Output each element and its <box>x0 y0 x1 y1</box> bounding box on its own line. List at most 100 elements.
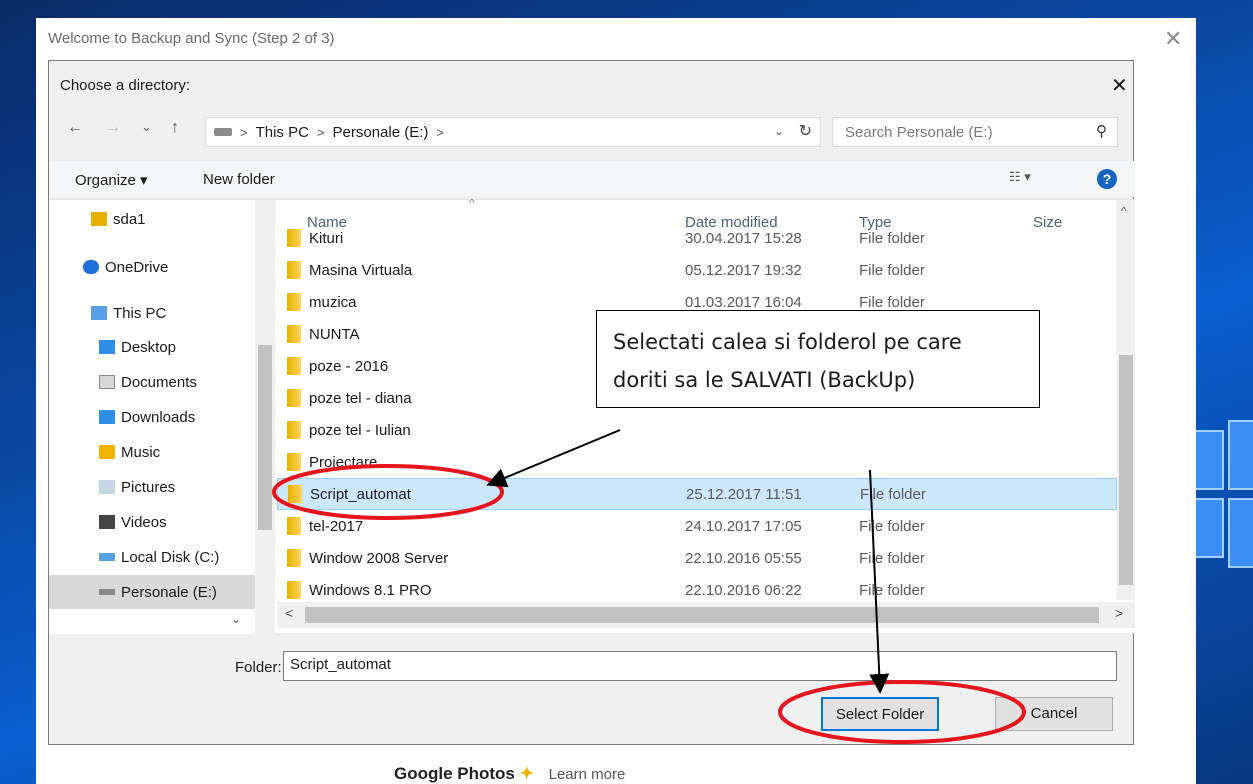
file-date: 22.10.2016 05:55 <box>685 549 802 567</box>
file-name: Proiectare <box>309 453 378 471</box>
file-type: File folder <box>859 261 925 279</box>
breadcrumb-personale[interactable]: Personale (E:) <box>333 124 429 141</box>
file-row[interactable]: Window 2008 Server 22.10.2016 05:55 File f… <box>277 542 1117 574</box>
folder-icon <box>287 581 301 599</box>
file-type: File folder <box>859 517 925 535</box>
file-row[interactable]: tel-2017 24.10.2017 17:05 File folder <box>277 510 1117 542</box>
file-date: 01.03.2017 16:04 <box>685 293 802 311</box>
file-date: 25.12.2017 11:51 <box>686 485 802 503</box>
file-row[interactable]: Masina Virtuala 05.12.2017 19:32 File fold… <box>277 254 1117 286</box>
search-placeholder: Search Personale (E:) <box>845 123 993 141</box>
cloud-icon <box>83 260 99 274</box>
forward-arrow-icon[interactable]: → <box>105 119 121 137</box>
tree-scrollbar[interactable] <box>255 200 275 634</box>
browser-pane: sda1 OneDrive This PC Desktop Documents … <box>49 196 1135 634</box>
drive-icon <box>214 128 232 136</box>
file-name: Kituri <box>309 229 344 247</box>
refresh-icon[interactable]: ↻ <box>799 121 812 141</box>
folder-icon <box>287 325 301 343</box>
file-date: 30.04.2017 15:28 <box>685 229 802 247</box>
tree-item-this-pc[interactable]: This PC <box>49 296 259 330</box>
file-type: File folder <box>859 581 925 599</box>
dialog-close-icon[interactable]: ✕ <box>1111 73 1128 98</box>
new-folder-button[interactable]: New folder <box>203 171 275 188</box>
back-arrow-icon[interactable]: ← <box>67 119 83 137</box>
up-arrow-icon[interactable]: ↑ <box>171 119 179 137</box>
file-name: poze - 2016 <box>309 357 389 375</box>
close-icon[interactable]: ✕ <box>1164 26 1182 52</box>
file-name: poze tel - Iulian <box>309 421 411 439</box>
google-photos-label: Google Photos <box>394 764 515 783</box>
folder-icon <box>287 549 301 567</box>
file-name: NUNTA <box>309 325 360 343</box>
file-row[interactable]: Script_automat 25.12.2017 11:51 File folde… <box>277 478 1117 510</box>
folder-icon <box>287 453 301 471</box>
file-name: Masina Virtuala <box>309 261 413 279</box>
dialog-title: Choose a directory: <box>60 77 191 94</box>
drive-user-icon <box>91 212 107 226</box>
folder-field[interactable]: Script_automat <box>283 651 1117 681</box>
navigation-tree: sda1 OneDrive This PC Desktop Documents … <box>49 200 275 634</box>
folder-icon <box>287 517 301 535</box>
navigation-bar: ← → ⌄ ↑ > This PC > Personale (E:) > ⌄ ↻… <box>49 113 1135 149</box>
cancel-button[interactable]: Cancel <box>995 697 1113 731</box>
tree-item-downloads[interactable]: Downloads <box>49 400 259 434</box>
desktop-icon <box>99 340 115 354</box>
annotation-callout: Selectati calea si folderol pe care dori… <box>596 310 1040 408</box>
tree-item-pictures[interactable]: Pictures <box>49 470 259 504</box>
file-name: Window 2008 Server <box>309 549 449 567</box>
file-row[interactable]: Kituri 30.04.2017 15:28 File folder <box>277 222 1117 254</box>
computer-icon <box>91 306 107 320</box>
view-options-icon[interactable]: ☷ ▾ <box>1009 169 1031 185</box>
folder-icon <box>287 357 301 375</box>
pinwheel-icon: ✦ <box>519 764 534 783</box>
file-name: tel-2017 <box>309 517 364 535</box>
file-row[interactable]: Proiectare <box>277 446 1117 478</box>
horizontal-scrollbar[interactable]: < > <box>277 602 1135 628</box>
tree-item-documents[interactable]: Documents <box>49 365 259 399</box>
tree-item-desktop[interactable]: Desktop <box>49 330 259 364</box>
tree-item-music[interactable]: Music <box>49 435 259 469</box>
recent-locations-icon[interactable]: ⌄ <box>141 119 152 135</box>
tree-scroll-down-icon[interactable]: ⌄ <box>231 612 241 626</box>
organize-button[interactable]: Organize ▾ <box>75 171 148 189</box>
tree-item-personale[interactable]: Personale (E:) <box>49 575 259 609</box>
disk-icon <box>99 553 115 561</box>
tree-item-onedrive[interactable]: OneDrive <box>49 250 259 284</box>
file-date: 24.10.2017 17:05 <box>685 517 802 535</box>
select-folder-button[interactable]: Select Folder <box>821 697 939 731</box>
music-icon <box>99 445 115 459</box>
file-name: muzica <box>309 293 357 311</box>
tree-item-local-disk[interactable]: Local Disk (C:) <box>49 540 259 574</box>
breadcrumb-this-pc[interactable]: This PC <box>256 124 309 141</box>
window-title: Welcome to Backup and Sync (Step 2 of 3) <box>48 30 335 47</box>
learn-more-link[interactable]: Learn more <box>549 766 626 783</box>
tree-item-sda1[interactable]: sda1 <box>49 202 259 236</box>
file-type: File folder <box>859 549 925 567</box>
downloads-icon <box>99 410 115 424</box>
google-photos-row: Google Photos ✦ Learn more <box>394 764 625 784</box>
chevron-down-icon[interactable]: ⌄ <box>774 124 784 138</box>
help-icon[interactable]: ? <box>1097 169 1117 189</box>
file-date: 22.10.2016 06:22 <box>685 581 802 599</box>
drive-icon <box>99 589 115 595</box>
file-row[interactable]: poze tel - Iulian <box>277 414 1117 446</box>
sort-indicator-icon: ^ <box>469 196 475 210</box>
file-type: File folder <box>860 485 926 503</box>
folder-icon <box>287 229 301 247</box>
toolbar: Organize ▾ New folder <box>49 161 1135 197</box>
address-bar[interactable]: > This PC > Personale (E:) > ⌄ ↻ <box>205 117 821 147</box>
search-icon[interactable]: ⚲ <box>1096 122 1107 140</box>
file-list-scrollbar[interactable]: ^ <box>1117 200 1135 600</box>
tree-item-videos[interactable]: Videos <box>49 505 259 539</box>
videos-icon <box>99 515 115 529</box>
file-type: File folder <box>859 293 925 311</box>
search-input[interactable]: Search Personale (E:) ⚲ <box>832 117 1118 147</box>
documents-icon <box>99 375 115 389</box>
folder-icon <box>287 293 301 311</box>
folder-icon <box>288 485 302 503</box>
folder-label: Folder: <box>235 659 282 676</box>
file-date: 05.12.2017 19:32 <box>685 261 802 279</box>
folder-icon <box>287 261 301 279</box>
file-type: File folder <box>859 229 925 247</box>
